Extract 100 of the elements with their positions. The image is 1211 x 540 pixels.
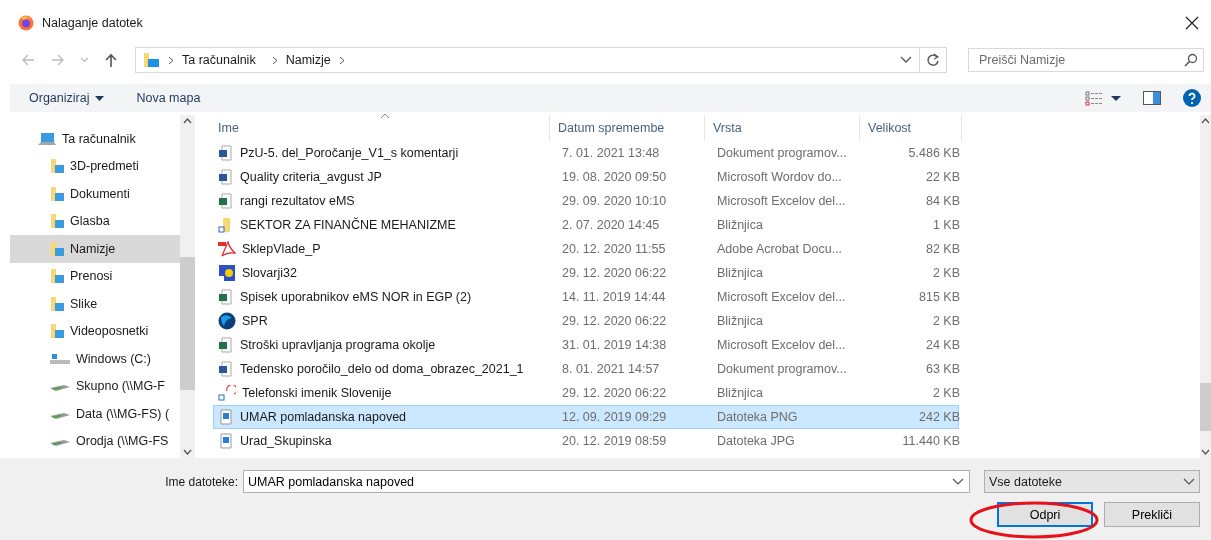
file-row[interactable]: Slovarji32 29. 12. 2020 06:22 Bližnjica 2 KB bbox=[213, 261, 959, 285]
file-size: 11.440 KB bbox=[902, 434, 960, 448]
file-type: Microsoft Excelov del... bbox=[717, 290, 846, 304]
scroll-down-icon[interactable] bbox=[1201, 449, 1210, 455]
file-name: Slovarji32 bbox=[242, 266, 297, 280]
file-type: Bližnjica bbox=[717, 386, 763, 400]
file-row[interactable]: Spisek uporabnikov eMS NOR in EGP (2) 14. 11. 2019 14:44 Microsoft Excelov del... 815 KB bbox=[213, 285, 959, 309]
file-name: Stroški upravljanja programa okolje bbox=[240, 338, 436, 352]
toolbar-button[interactable]: Nova mapa bbox=[136, 91, 201, 105]
sidebar-item[interactable]: Skupno (\\MG-F bbox=[10, 372, 180, 400]
file-size: 24 KB bbox=[925, 338, 960, 352]
window-title: Nalaganje datotek bbox=[42, 15, 144, 30]
file-date: 19. 08. 2020 09:50 bbox=[562, 170, 667, 184]
folder-icon bbox=[50, 268, 64, 285]
chevron-right-icon bbox=[338, 55, 345, 65]
toolbar-button[interactable]: Organiziraj bbox=[29, 91, 105, 105]
file-type: Bližnjica bbox=[717, 266, 763, 280]
sidebar-scrollbar[interactable] bbox=[180, 115, 195, 458]
up-arrow-icon[interactable] bbox=[103, 52, 119, 68]
scrollbar-thumb[interactable] bbox=[180, 256, 195, 390]
file-list-scrollbar[interactable] bbox=[1200, 115, 1211, 458]
file-type-dropdown[interactable]: Vse datoteke bbox=[984, 470, 1200, 493]
file-size: 5.486 KB bbox=[908, 146, 960, 160]
file-size: 2 KB bbox=[932, 314, 960, 328]
file-name: Telefonski imenik Slovenije bbox=[242, 386, 392, 400]
preview-pane-icon[interactable] bbox=[1143, 91, 1161, 105]
sidebar-item[interactable]: 3D-predmeti bbox=[10, 152, 180, 180]
file-name: Tedensko poročilo_delo od doma_obrazec_2021_1 bbox=[240, 362, 524, 376]
file-type: Adobe Acrobat Docu... bbox=[717, 242, 843, 256]
sidebar-item[interactable]: Slike bbox=[10, 290, 180, 318]
file-date: 31. 01. 2019 14:38 bbox=[562, 338, 667, 352]
sidebar-item[interactable]: Prenosi bbox=[10, 262, 180, 290]
folder-icon bbox=[50, 213, 64, 230]
file-size: 2 KB bbox=[932, 386, 960, 400]
scrollbar-thumb[interactable] bbox=[1200, 382, 1211, 431]
folder-icon bbox=[50, 185, 64, 202]
file-row[interactable]: Tedensko poročilo_delo od doma_obrazec_2021_1 8. 01. 2021 14:57 Dokument programov... 63 KB bbox=[213, 357, 959, 381]
chevron-down-icon bbox=[900, 56, 912, 64]
breadcrumb[interactable]: Ta računalnik bbox=[182, 53, 256, 67]
file-type: Bližnjica bbox=[717, 218, 763, 232]
file-type: Datoteka JPG bbox=[717, 434, 795, 448]
file-name: Spisek uporabnikov eMS NOR in EGP (2) bbox=[240, 290, 472, 304]
breadcrumb[interactable]: Namizje bbox=[285, 53, 331, 67]
filename-field[interactable]: UMAR pomladanska napoved bbox=[243, 470, 970, 493]
scroll-down-icon[interactable] bbox=[183, 449, 192, 455]
sidebar-item[interactable]: Glasba bbox=[10, 207, 180, 235]
image-file-icon bbox=[218, 433, 234, 449]
column-header[interactable]: Vrsta bbox=[705, 115, 860, 141]
file-row[interactable]: Stroški upravljanja programa okolje 31. 01. 2019 14:38 Microsoft Excelov del... 24 KB bbox=[213, 333, 959, 357]
file-row[interactable]: SEKTOR ZA FINANČNE MEHANIZME 2. 07. 2020 14:45 Bližnjica 1 KB bbox=[213, 213, 959, 237]
file-row[interactable]: Telefonski imenik Slovenije 29. 12. 2020 06:22 Bližnjica 2 KB bbox=[213, 381, 959, 405]
sidebar-item[interactable]: Dokumenti bbox=[10, 180, 180, 208]
file-type: Datoteka PNG bbox=[717, 410, 798, 424]
file-type: Microsoft Excelov del... bbox=[717, 194, 846, 208]
address-bar[interactable]: Ta računalnik Namizje bbox=[135, 47, 947, 73]
file-type: Dokument programov... bbox=[717, 362, 847, 376]
globe-icon bbox=[218, 312, 236, 330]
spreadsheet-icon bbox=[218, 337, 234, 353]
search-field[interactable]: Preišči Namizje bbox=[968, 48, 1204, 72]
dialog-button[interactable]: Prekliči bbox=[1104, 502, 1200, 527]
file-date: 20. 12. 2019 08:59 bbox=[562, 434, 667, 448]
folder-icon bbox=[50, 323, 64, 340]
file-name: PzU-5. del_Poročanje_V1_s komentarji bbox=[240, 146, 459, 160]
folder-icon bbox=[142, 52, 160, 68]
file-row[interactable]: SklepVlade_P 20. 12. 2020 11:55 Adobe Acrobat Docu... 82 KB bbox=[213, 237, 959, 261]
column-header[interactable]: Datum spremembe bbox=[550, 115, 705, 141]
file-name: SklepVlade_P bbox=[242, 242, 321, 256]
sidebar-item[interactable]: Namizje bbox=[10, 235, 180, 263]
file-type: Dokument programov... bbox=[717, 146, 847, 160]
word-document-icon bbox=[218, 169, 234, 185]
file-date: 8. 01. 2021 14:57 bbox=[562, 362, 660, 376]
view-options-icon[interactable] bbox=[1085, 90, 1121, 106]
refresh-icon[interactable] bbox=[926, 53, 940, 67]
file-size: 815 KB bbox=[919, 290, 960, 304]
file-row[interactable]: rangi rezultatov eMS 29. 09. 2020 10:10 Microsoft Excelov del... 84 KB bbox=[213, 189, 959, 213]
spreadsheet-icon bbox=[218, 193, 234, 209]
folder-icon bbox=[50, 158, 64, 175]
sidebar-item[interactable]: Videoposnetki bbox=[10, 317, 180, 345]
spreadsheet-icon bbox=[218, 289, 234, 305]
column-header[interactable]: Velikost bbox=[860, 115, 962, 141]
sidebar-item[interactable]: Windows (C:) bbox=[10, 345, 180, 373]
file-row[interactable]: Quality criteria_avgust JP 19. 08. 2020 09:50 Microsoft Wordov do... 22 KB bbox=[213, 165, 959, 189]
chevron-right-icon bbox=[271, 55, 278, 65]
file-row[interactable]: UMAR pomladanska napoved 12. 09. 2019 09:29 Datoteka PNG 242 KB bbox=[213, 405, 959, 429]
sidebar-item[interactable]: Orodja (\\MG-FS bbox=[10, 427, 180, 455]
sidebar-item[interactable]: Ta računalnik bbox=[10, 125, 180, 153]
sidebar-item[interactable]: Data (\\MG-FS) ( bbox=[10, 400, 180, 428]
file-row[interactable]: Urad_Skupinska 20. 12. 2019 08:59 Datoteka JPG 11.440 KB bbox=[213, 429, 959, 453]
word-document-icon bbox=[218, 361, 234, 377]
scroll-up-icon[interactable] bbox=[1201, 118, 1210, 124]
sort-up-icon bbox=[379, 113, 390, 119]
file-row[interactable]: PzU-5. del_Poročanje_V1_s komentarji 7. 01. 2021 13:48 Dokument programov... 5.486 KB bbox=[213, 141, 959, 165]
file-row[interactable]: SPR 29. 12. 2020 06:22 Bližnjica 2 KB bbox=[213, 309, 959, 333]
scroll-up-icon[interactable] bbox=[183, 118, 192, 124]
file-name: rangi rezultatov eMS bbox=[240, 194, 355, 208]
firefox-icon bbox=[18, 14, 34, 31]
column-header[interactable]: Ime bbox=[210, 115, 550, 141]
file-date: 29. 12. 2020 06:22 bbox=[562, 314, 667, 328]
help-icon[interactable] bbox=[1183, 89, 1201, 107]
folder-icon bbox=[50, 295, 64, 312]
